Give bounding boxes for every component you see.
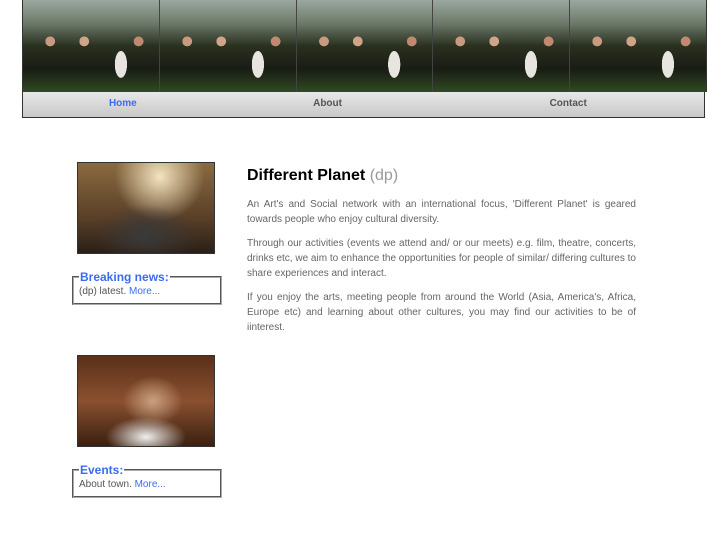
main-content: Different Planet (dp) An Art's and Socia…	[247, 167, 636, 344]
nav-contact[interactable]: Contact	[432, 92, 704, 117]
group-photo	[433, 0, 571, 92]
page-title: Different Planet (dp)	[247, 167, 636, 185]
interest-paragraph: If you enjoy the arts, meeting people fr…	[247, 292, 636, 333]
title-text: Different Planet	[247, 167, 366, 184]
events-box: Events: About town. More...	[72, 463, 222, 498]
activities-paragraph: Through our activities (events we attend…	[247, 238, 636, 279]
breaking-news-box: Breaking news: (dp) latest. More...	[72, 270, 222, 305]
events-text: About town.	[79, 479, 132, 490]
breaking-news-photo	[77, 162, 215, 254]
events-title: Events:	[80, 463, 124, 477]
title-suffix: (dp)	[369, 167, 399, 184]
breaking-news-more-link[interactable]: More...	[129, 286, 160, 297]
group-photo	[570, 0, 706, 92]
nav-about[interactable]: About	[223, 92, 433, 117]
nav-home[interactable]: Home	[23, 92, 223, 117]
group-photo	[23, 0, 160, 92]
header-banner	[22, 0, 707, 92]
events-photo	[77, 355, 215, 447]
group-photo	[159, 0, 297, 92]
breaking-news-title: Breaking news:	[80, 270, 169, 284]
main-nav: Home About Contact	[22, 92, 705, 118]
breaking-news-text: (dp) latest.	[79, 286, 127, 297]
events-more-link[interactable]: More...	[135, 479, 166, 490]
group-photo	[296, 0, 434, 92]
intro-paragraph: An Art's and Social network with an inte…	[247, 199, 636, 225]
